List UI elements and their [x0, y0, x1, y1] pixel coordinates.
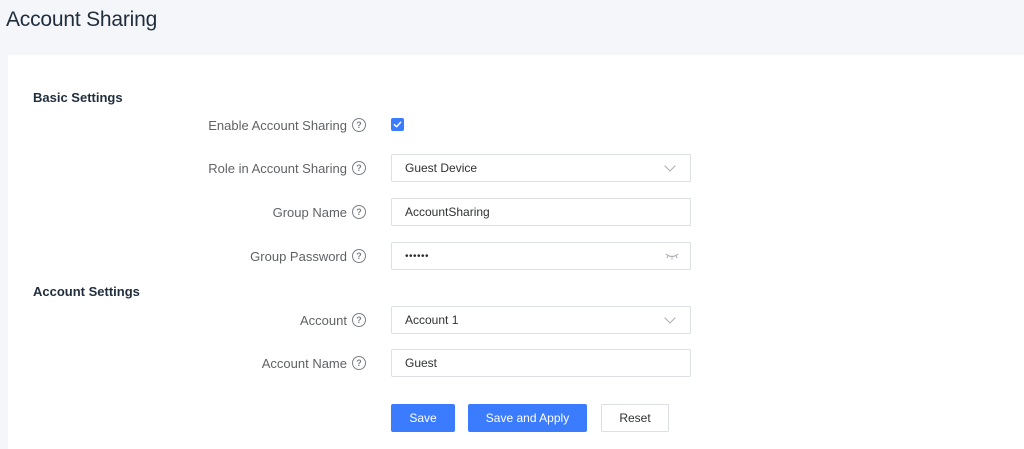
row-group-password: Group Password ? •••••• [8, 242, 1024, 270]
label-group-password: Group Password ? [250, 242, 366, 270]
role-select-value: Guest Device [405, 161, 478, 175]
label-group-name: Group Name ? [273, 198, 366, 226]
label-text: Account [300, 312, 347, 328]
label-text: Role in Account Sharing [208, 160, 347, 176]
row-group-name: Group Name ? AccountSharing [8, 198, 1024, 226]
help-icon[interactable]: ? [352, 249, 366, 263]
enable-account-sharing-checkbox[interactable] [391, 118, 404, 131]
label-text: Group Name [272, 204, 347, 220]
help-icon[interactable]: ? [352, 313, 366, 327]
account-select[interactable]: Account 1 [391, 306, 691, 334]
help-icon[interactable]: ? [352, 205, 366, 219]
save-and-apply-button[interactable]: Save and Apply [468, 404, 587, 432]
help-icon[interactable]: ? [352, 161, 366, 175]
chevron-down-icon [664, 160, 676, 172]
row-enable-account-sharing: Enable Account Sharing ? [8, 111, 1024, 139]
account-name-value: Guest [405, 356, 438, 370]
save-button[interactable]: Save [391, 404, 455, 432]
group-password-value: •••••• [405, 250, 430, 262]
row-account: Account ? Account 1 [8, 306, 1024, 334]
label-account-name: Account Name ? [262, 349, 366, 377]
section-title-account: Account Settings [33, 284, 140, 299]
check-icon [393, 121, 402, 128]
account-name-input[interactable]: Guest [391, 349, 691, 377]
label-role: Role in Account Sharing ? [208, 154, 366, 182]
role-select[interactable]: Guest Device [391, 154, 691, 182]
label-text: Account Name [261, 355, 347, 371]
reset-button[interactable]: Reset [601, 404, 669, 432]
help-icon[interactable]: ? [352, 356, 366, 370]
row-account-name: Account Name ? Guest [8, 349, 1024, 377]
group-name-value: AccountSharing [405, 205, 490, 219]
group-password-input[interactable]: •••••• [391, 242, 691, 270]
label-account: Account ? [300, 306, 366, 334]
section-title-basic: Basic Settings [33, 90, 123, 105]
label-enable-account-sharing: Enable Account Sharing ? [208, 111, 366, 139]
label-text: Group Password [250, 248, 347, 264]
label-text: Enable Account Sharing [208, 117, 347, 133]
eye-closed-icon[interactable] [665, 251, 679, 261]
row-role: Role in Account Sharing ? Guest Device [8, 154, 1024, 182]
page-title: Account Sharing [6, 8, 158, 31]
chevron-down-icon [664, 312, 676, 324]
group-name-input[interactable]: AccountSharing [391, 198, 691, 226]
help-icon[interactable]: ? [352, 118, 366, 132]
account-select-value: Account 1 [405, 313, 459, 327]
settings-card: Basic Settings Enable Account Sharing ? … [8, 55, 1024, 449]
